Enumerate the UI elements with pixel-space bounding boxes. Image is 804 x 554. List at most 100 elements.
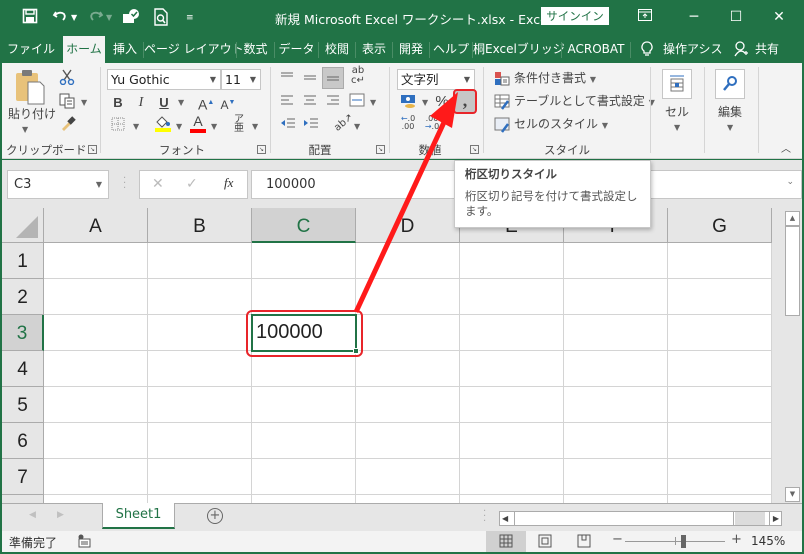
editing-search-icon[interactable]: [715, 69, 745, 99]
column-header-b[interactable]: B: [148, 208, 252, 243]
number-launcher-icon[interactable]: ↘: [470, 145, 479, 154]
enter-checkmark-icon[interactable]: ✓: [186, 176, 198, 192]
horizontal-scrollbar[interactable]: ◀ ▶: [499, 511, 782, 526]
cell-f7[interactable]: [564, 459, 668, 495]
redo-dropdown-icon[interactable]: ▼: [106, 13, 112, 22]
tab-insert[interactable]: 挿入: [108, 36, 142, 63]
close-button[interactable]: ✕: [766, 6, 792, 28]
font-size-combo[interactable]: 11 ▼: [221, 69, 261, 90]
cell-d8[interactable]: [356, 495, 460, 503]
share-button[interactable]: 共有: [752, 36, 782, 63]
italic-button[interactable]: I: [133, 94, 149, 112]
cells-dropdown-icon[interactable]: ▼: [674, 119, 680, 137]
bold-button[interactable]: B: [110, 94, 126, 112]
cell-b3[interactable]: [148, 315, 252, 351]
cell-f6[interactable]: [564, 423, 668, 459]
cell-e7[interactable]: [460, 459, 564, 495]
fill-color-dropdown-icon[interactable]: ▼: [176, 118, 182, 136]
cell-g1[interactable]: [668, 243, 772, 279]
editing-dropdown-icon[interactable]: ▼: [727, 119, 733, 137]
tab-home[interactable]: ホーム: [63, 36, 105, 63]
increase-indent-icon[interactable]: [302, 116, 320, 134]
collapse-ribbon-icon[interactable]: ︿: [778, 141, 794, 159]
zoom-slider-thumb[interactable]: [681, 535, 686, 548]
increase-decimal-icon[interactable]: ←.0.00: [399, 115, 417, 131]
alignment-launcher-icon[interactable]: ↘: [376, 145, 385, 154]
vertical-scroll-thumb[interactable]: [785, 226, 800, 316]
scroll-down-icon[interactable]: ▼: [785, 487, 800, 502]
previous-sheet-icon[interactable]: ◀: [29, 510, 36, 520]
next-sheet-icon[interactable]: ▶: [57, 510, 64, 520]
cell-d5[interactable]: [356, 387, 460, 423]
cell-d3[interactable]: [356, 315, 460, 351]
scroll-left-icon[interactable]: ◀: [502, 512, 508, 525]
cell-b1[interactable]: [148, 243, 252, 279]
cell-f4[interactable]: [564, 351, 668, 387]
copy-icon[interactable]: [58, 93, 76, 114]
wrap-text-icon[interactable]: ab c↵: [350, 66, 366, 86]
column-header-a[interactable]: A: [44, 208, 148, 243]
align-bottom-icon[interactable]: [322, 67, 344, 89]
tab-split-grip-icon[interactable]: · · ·: [483, 507, 486, 527]
row-header-8[interactable]: [2, 495, 44, 503]
paste-icon[interactable]: [10, 69, 50, 107]
tab-data[interactable]: データ: [275, 36, 318, 63]
merge-center-icon[interactable]: [348, 93, 366, 112]
scroll-right-icon[interactable]: ▶: [768, 512, 779, 525]
cell-g4[interactable]: [668, 351, 772, 387]
cell-g2[interactable]: [668, 279, 772, 315]
column-header-d[interactable]: D: [356, 208, 460, 243]
cell-c7[interactable]: [252, 459, 356, 495]
cell-g5[interactable]: [668, 387, 772, 423]
page-break-view-button[interactable]: [577, 534, 591, 551]
decrease-decimal-icon[interactable]: .00 →.0: [423, 115, 441, 131]
underline-button[interactable]: U: [156, 94, 172, 112]
name-box[interactable]: C3 ▼: [7, 170, 109, 199]
cell-b7[interactable]: [148, 459, 252, 495]
align-right-icon[interactable]: [325, 93, 341, 111]
cell-e4[interactable]: [460, 351, 564, 387]
tab-review[interactable]: 校閲: [319, 36, 355, 63]
conditional-formatting-icon[interactable]: [494, 71, 510, 92]
phonetic-dropdown-icon[interactable]: ▼: [252, 118, 258, 136]
cell-f8[interactable]: [564, 495, 668, 503]
ribbon-display-options-icon[interactable]: [632, 6, 658, 28]
row-header-2[interactable]: 2: [2, 279, 44, 315]
cell-d7[interactable]: [356, 459, 460, 495]
cell-b6[interactable]: [148, 423, 252, 459]
cell-b2[interactable]: [148, 279, 252, 315]
column-header-c[interactable]: C: [252, 208, 356, 243]
new-sheet-plus-icon[interactable]: +: [207, 508, 223, 524]
font-name-combo[interactable]: Yu Gothic ▼: [107, 69, 221, 90]
select-all-button[interactable]: [2, 208, 44, 243]
cell-e8[interactable]: [460, 495, 564, 503]
maximize-button[interactable]: ☐: [723, 6, 749, 28]
sheet-tab-sheet1[interactable]: Sheet1: [102, 503, 175, 529]
customize-quick-access-icon[interactable]: ≡: [186, 13, 194, 23]
cell-g3[interactable]: [668, 315, 772, 351]
page-layout-view-button[interactable]: [538, 534, 552, 551]
undo-dropdown-icon[interactable]: ▼: [71, 13, 77, 22]
cell-a2[interactable]: [44, 279, 148, 315]
cell-f5[interactable]: [564, 387, 668, 423]
tab-file[interactable]: ファイル: [6, 36, 56, 63]
align-left-icon[interactable]: [279, 93, 295, 111]
borders-dropdown-icon[interactable]: ▼: [133, 118, 139, 136]
copy-dropdown-icon[interactable]: ▼: [81, 94, 87, 112]
percent-style-button[interactable]: %: [434, 93, 450, 111]
row-header-4[interactable]: 4: [2, 351, 44, 387]
align-middle-icon[interactable]: [302, 70, 318, 88]
cell-b8[interactable]: [148, 495, 252, 503]
tab-developer[interactable]: 開発: [393, 36, 429, 63]
cell-e6[interactable]: [460, 423, 564, 459]
cell-g6[interactable]: [668, 423, 772, 459]
font-launcher-icon[interactable]: ↘: [257, 145, 266, 154]
cell-e3[interactable]: [460, 315, 564, 351]
comma-style-button[interactable]: ,: [453, 89, 477, 114]
shrink-font-button[interactable]: A▼: [220, 94, 236, 114]
cell-a7[interactable]: [44, 459, 148, 495]
accounting-format-icon[interactable]: [399, 94, 419, 115]
expand-formula-bar-icon[interactable]: ⌄: [786, 177, 794, 187]
touch-mode-icon[interactable]: [121, 8, 141, 28]
signin-button[interactable]: サインイン: [541, 7, 609, 25]
